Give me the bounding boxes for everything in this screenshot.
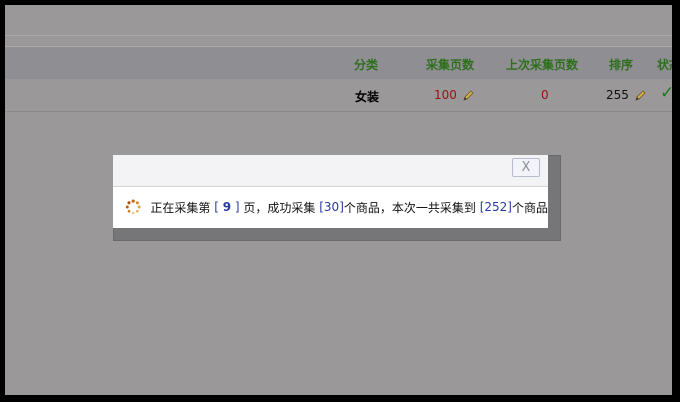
message-prefix: 正在采集第 [150,200,211,215]
dialog-titlebar: X [113,155,548,187]
page-number: 9 [222,200,232,214]
close-icon: X [521,160,531,175]
message-suffix: 个商品 [511,200,548,215]
cell-category: 女装 [355,90,380,104]
header-status: 状态 [657,58,672,72]
cell-pages[interactable]: 100 [434,88,474,102]
message-middle1: 页，成功采集 [243,200,316,215]
header-last-pages: 上次采集页数 [506,58,579,72]
cell-order-value: 255 [606,88,629,102]
status-check-icon[interactable]: ✓ [660,83,672,103]
header-pages: 采集页数 [426,58,475,72]
message-middle2: 个商品，本次一共采集到 [343,200,476,215]
close-button[interactable]: X [512,158,540,177]
total-count: 252 [484,200,508,214]
top-band [5,5,672,47]
success-count: 30 [323,200,340,214]
edit-pencil-icon[interactable] [635,90,646,101]
table-header: 分类 采集页数 上次采集页数 排序 状态 [5,46,672,80]
edit-pencil-icon[interactable] [463,90,474,101]
progress-dialog: X 正在采集第 [ 9 ] 页，成功采集 [30] 个商品，本次一共采集到 [2… [113,155,548,228]
header-category: 分类 [354,58,379,72]
cell-last-pages: 0 [541,88,549,102]
cell-pages-value: 100 [434,88,457,102]
cell-order[interactable]: 255 [606,88,646,102]
header-order: 排序 [609,58,634,72]
progress-message: 正在采集第 [ 9 ] 页，成功采集 [30] 个商品，本次一共采集到 [252… [125,197,548,217]
loading-spinner-icon [125,199,141,215]
table-row: 女装 100 0 255 ✓ [5,79,672,112]
